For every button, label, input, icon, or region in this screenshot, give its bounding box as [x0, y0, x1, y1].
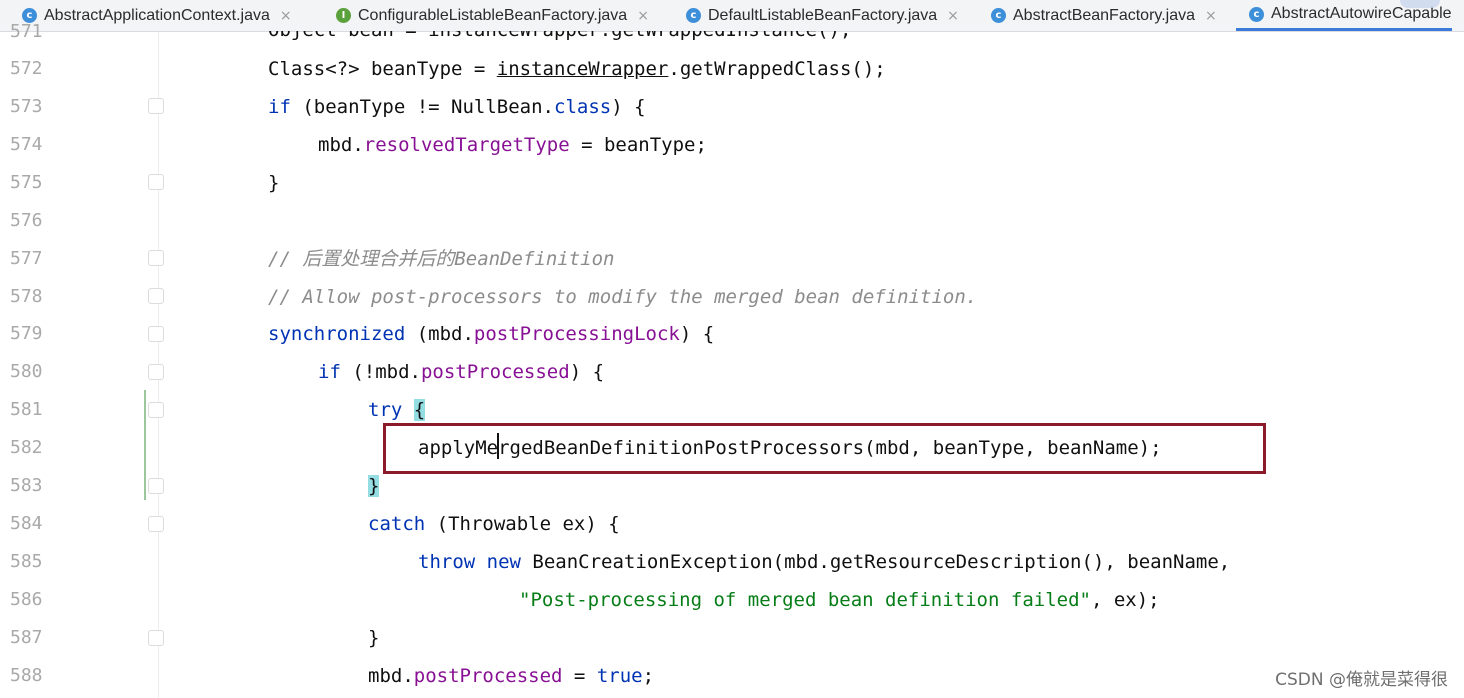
code-line-575[interactable]: } [268, 171, 279, 195]
code-line-586[interactable]: "Post-processing of merged bean definiti… [519, 588, 1160, 612]
class-icon: c [991, 8, 1006, 23]
line-number: 579 [10, 323, 43, 344]
tab-label: AbstractBeanFactory.java [1013, 6, 1196, 24]
code-line-581[interactable]: try { [368, 398, 426, 422]
class-icon: c [1249, 6, 1264, 22]
class-icon: c [686, 8, 701, 23]
matched-brace: { [413, 399, 426, 421]
fold-marker-icon[interactable] [148, 326, 164, 342]
line-number: 573 [10, 96, 43, 117]
fold-marker-icon[interactable] [148, 516, 164, 532]
code-line-588[interactable]: mbd.postProcessed = true; [368, 664, 654, 688]
tab-abstract-application-context[interactable]: c AbstractApplicationContext.java × [22, 0, 292, 31]
code-line-587[interactable]: } [368, 626, 379, 650]
line-number: 582 [10, 437, 43, 458]
tab-default-listable-bean-factory[interactable]: c DefaultListableBeanFactory.java × [686, 0, 959, 31]
close-icon[interactable]: × [637, 8, 649, 24]
vcs-change-marker [144, 390, 146, 500]
editor-tab-bar: c AbstractApplicationContext.java × I Co… [0, 0, 1464, 32]
code-line-573[interactable]: if (beanType != NullBean.class) { [268, 95, 646, 119]
fold-marker-icon[interactable] [148, 402, 164, 418]
code-line-584[interactable]: catch (Throwable ex) { [368, 512, 620, 536]
line-number: 586 [10, 589, 43, 610]
line-number: 576 [10, 210, 43, 231]
watermark: CSDN @俺就是菜得很 [1275, 670, 1448, 690]
tab-label: DefaultListableBeanFactory.java [708, 6, 938, 24]
fold-marker-icon[interactable] [148, 174, 164, 190]
fold-marker-icon[interactable] [148, 364, 164, 380]
line-number: 575 [10, 172, 43, 193]
line-number: 577 [10, 248, 43, 269]
line-number: 587 [10, 627, 43, 648]
tab-configurable-listable-bean-factory[interactable]: I ConfigurableListableBeanFactory.java × [336, 0, 649, 31]
code-line-574[interactable]: mbd.resolvedTargetType = beanType; [318, 133, 707, 157]
fold-marker-icon[interactable] [148, 288, 164, 304]
line-number: 571 [10, 21, 43, 42]
tab-label: ConfigurableListableBeanFactory.java [358, 6, 628, 24]
close-icon[interactable]: × [1205, 8, 1217, 24]
line-number: 588 [10, 665, 43, 686]
tab-abstract-bean-factory[interactable]: c AbstractBeanFactory.java × [991, 0, 1217, 31]
code-line-585[interactable]: throw new BeanCreationException(mbd.getR… [418, 550, 1230, 574]
code-comment-chinese[interactable]: // 后置处理合并后的BeanDefinition [268, 247, 614, 271]
line-number: 581 [10, 399, 43, 420]
fold-marker-icon[interactable] [148, 250, 164, 266]
close-icon[interactable]: × [947, 8, 959, 24]
tab-label: AbstractApplicationContext.java [44, 6, 270, 24]
line-number: 572 [10, 58, 43, 79]
text-cursor-icon [497, 433, 501, 459]
line-number: 583 [10, 475, 43, 496]
line-number: 585 [10, 551, 43, 572]
scroll-indicator [1400, 0, 1440, 8]
line-number: 574 [10, 134, 43, 155]
code-comment-english[interactable]: // Allow post-processors to modify the m… [268, 285, 977, 309]
annotation-highlight-box [383, 423, 1266, 474]
interface-icon: I [336, 8, 351, 23]
fold-marker-icon[interactable] [148, 478, 164, 494]
code-line-583[interactable]: } [368, 474, 380, 498]
line-number: 578 [10, 286, 43, 307]
close-icon[interactable]: × [280, 8, 292, 24]
fold-marker-icon[interactable] [148, 630, 164, 646]
line-number: 584 [10, 513, 43, 534]
code-line-579[interactable]: synchronized (mbd.postProcessingLock) { [268, 322, 714, 346]
code-line-572[interactable]: Class<?> beanType = instanceWrapper.getW… [268, 57, 886, 81]
line-number: 580 [10, 361, 43, 382]
matched-brace: } [368, 475, 380, 497]
code-line-580[interactable]: if (!mbd.postProcessed) { [318, 360, 604, 384]
fold-marker-icon[interactable] [148, 98, 164, 114]
